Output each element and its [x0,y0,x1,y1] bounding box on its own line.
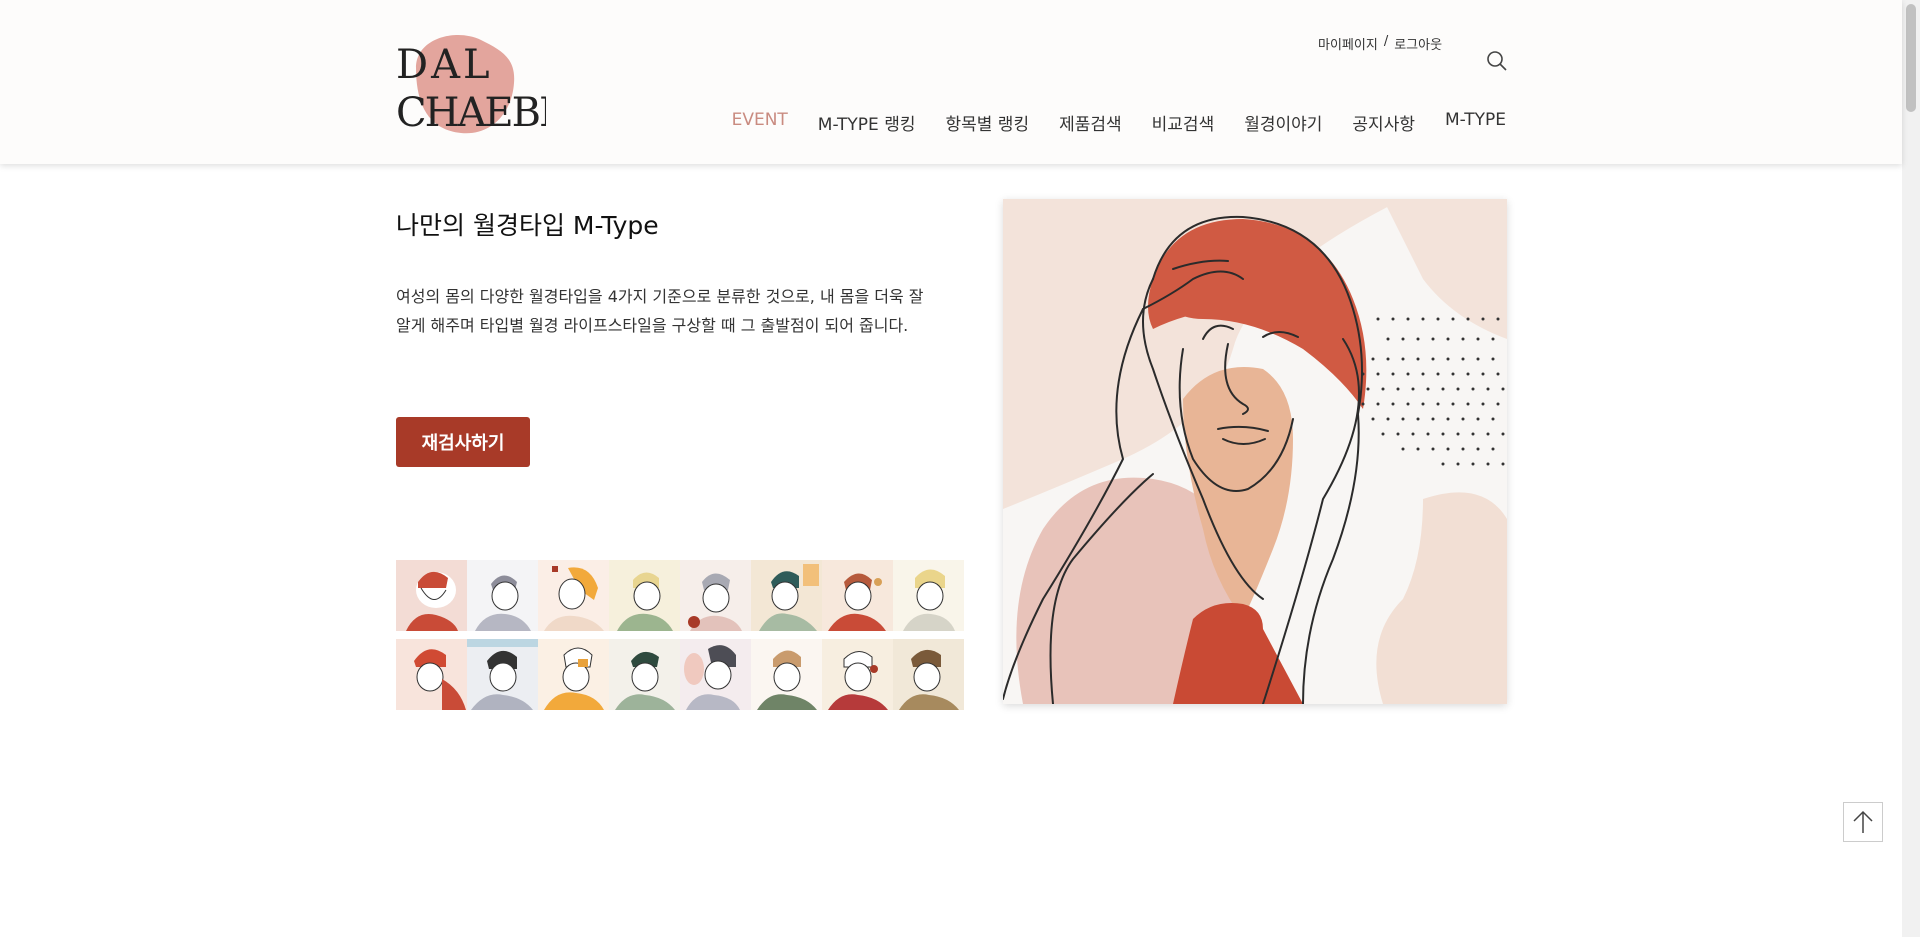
mtype-thumbnail[interactable] [467,639,538,710]
mtype-thumbnail[interactable] [467,560,538,631]
util-separator: / [1383,34,1389,49]
nav-item-category-ranking[interactable]: 항목별 랭킹 [945,110,1029,135]
mtype-thumbnail[interactable] [893,560,964,631]
mtype-thumbnail[interactable] [751,560,822,631]
nav-item-mtype[interactable]: M-TYPE [1445,110,1506,135]
logo-text-line1: DAL [396,42,493,88]
search-icon[interactable] [1486,50,1508,72]
arrow-up-icon [1853,810,1873,833]
nav-item-notice[interactable]: 공지사항 [1352,110,1415,135]
nav-item-product-search[interactable]: 제품검색 [1059,110,1122,135]
utility-links: 마이페이지 / 로그아웃 [1318,34,1442,53]
mtype-hero-illustration [1003,199,1507,704]
mtype-thumbnail[interactable] [538,639,609,710]
scrollbar-thumb[interactable] [1906,4,1916,112]
logo-text-line2: CHAEBI [396,90,546,136]
mtype-thumbnail[interactable] [680,639,751,710]
mtype-thumbnail[interactable] [680,560,751,631]
retest-button[interactable]: 재검사하기 [396,417,530,467]
mtype-thumbnail[interactable] [893,639,964,710]
mtype-thumbnail[interactable] [396,639,467,710]
site-header: DAL CHAEBI 마이페이지 / 로그아웃 EVENT M-TYPE 랭킹 … [0,0,1902,164]
mtype-thumbnail[interactable] [822,639,893,710]
nav-item-event[interactable]: EVENT [732,110,788,135]
page-description: 여성의 몸의 다양한 월경타입을 4가지 기준으로 분류한 것으로, 내 몸을 … [396,282,966,340]
nav-item-compare-search[interactable]: 비교검색 [1152,110,1215,135]
mtype-thumbnail[interactable] [751,639,822,710]
logout-link[interactable]: 로그아웃 [1394,34,1442,53]
mtype-thumbnail[interactable] [538,560,609,631]
mtype-thumbnail[interactable] [822,560,893,631]
page-title: 나만의 월경타입 M-Type [396,211,659,240]
mtype-thumbnail[interactable] [609,560,680,631]
description-line-2: 알게 해주며 타입별 월경 라이프스타일을 구상할 때 그 출발점이 되어 줍니… [396,316,909,335]
page-scrollbar[interactable] [1902,0,1920,937]
nav-item-mtype-ranking[interactable]: M-TYPE 랭킹 [818,110,916,135]
mtype-thumbnail[interactable] [609,639,680,710]
site-logo[interactable]: DAL CHAEBI [396,28,555,138]
description-line-1: 여성의 몸의 다양한 월경타입을 4가지 기준으로 분류한 것으로, 내 몸을 … [396,287,924,306]
nav-item-period-story[interactable]: 월경이야기 [1244,110,1322,135]
mypage-link[interactable]: 마이페이지 [1318,34,1378,53]
scroll-to-top-button[interactable] [1843,802,1883,842]
mtype-thumbnail[interactable] [396,560,467,631]
main-nav: EVENT M-TYPE 랭킹 항목별 랭킹 제품검색 비교검색 월경이야기 공… [732,110,1506,135]
mtype-thumbnail-grid [396,560,966,710]
